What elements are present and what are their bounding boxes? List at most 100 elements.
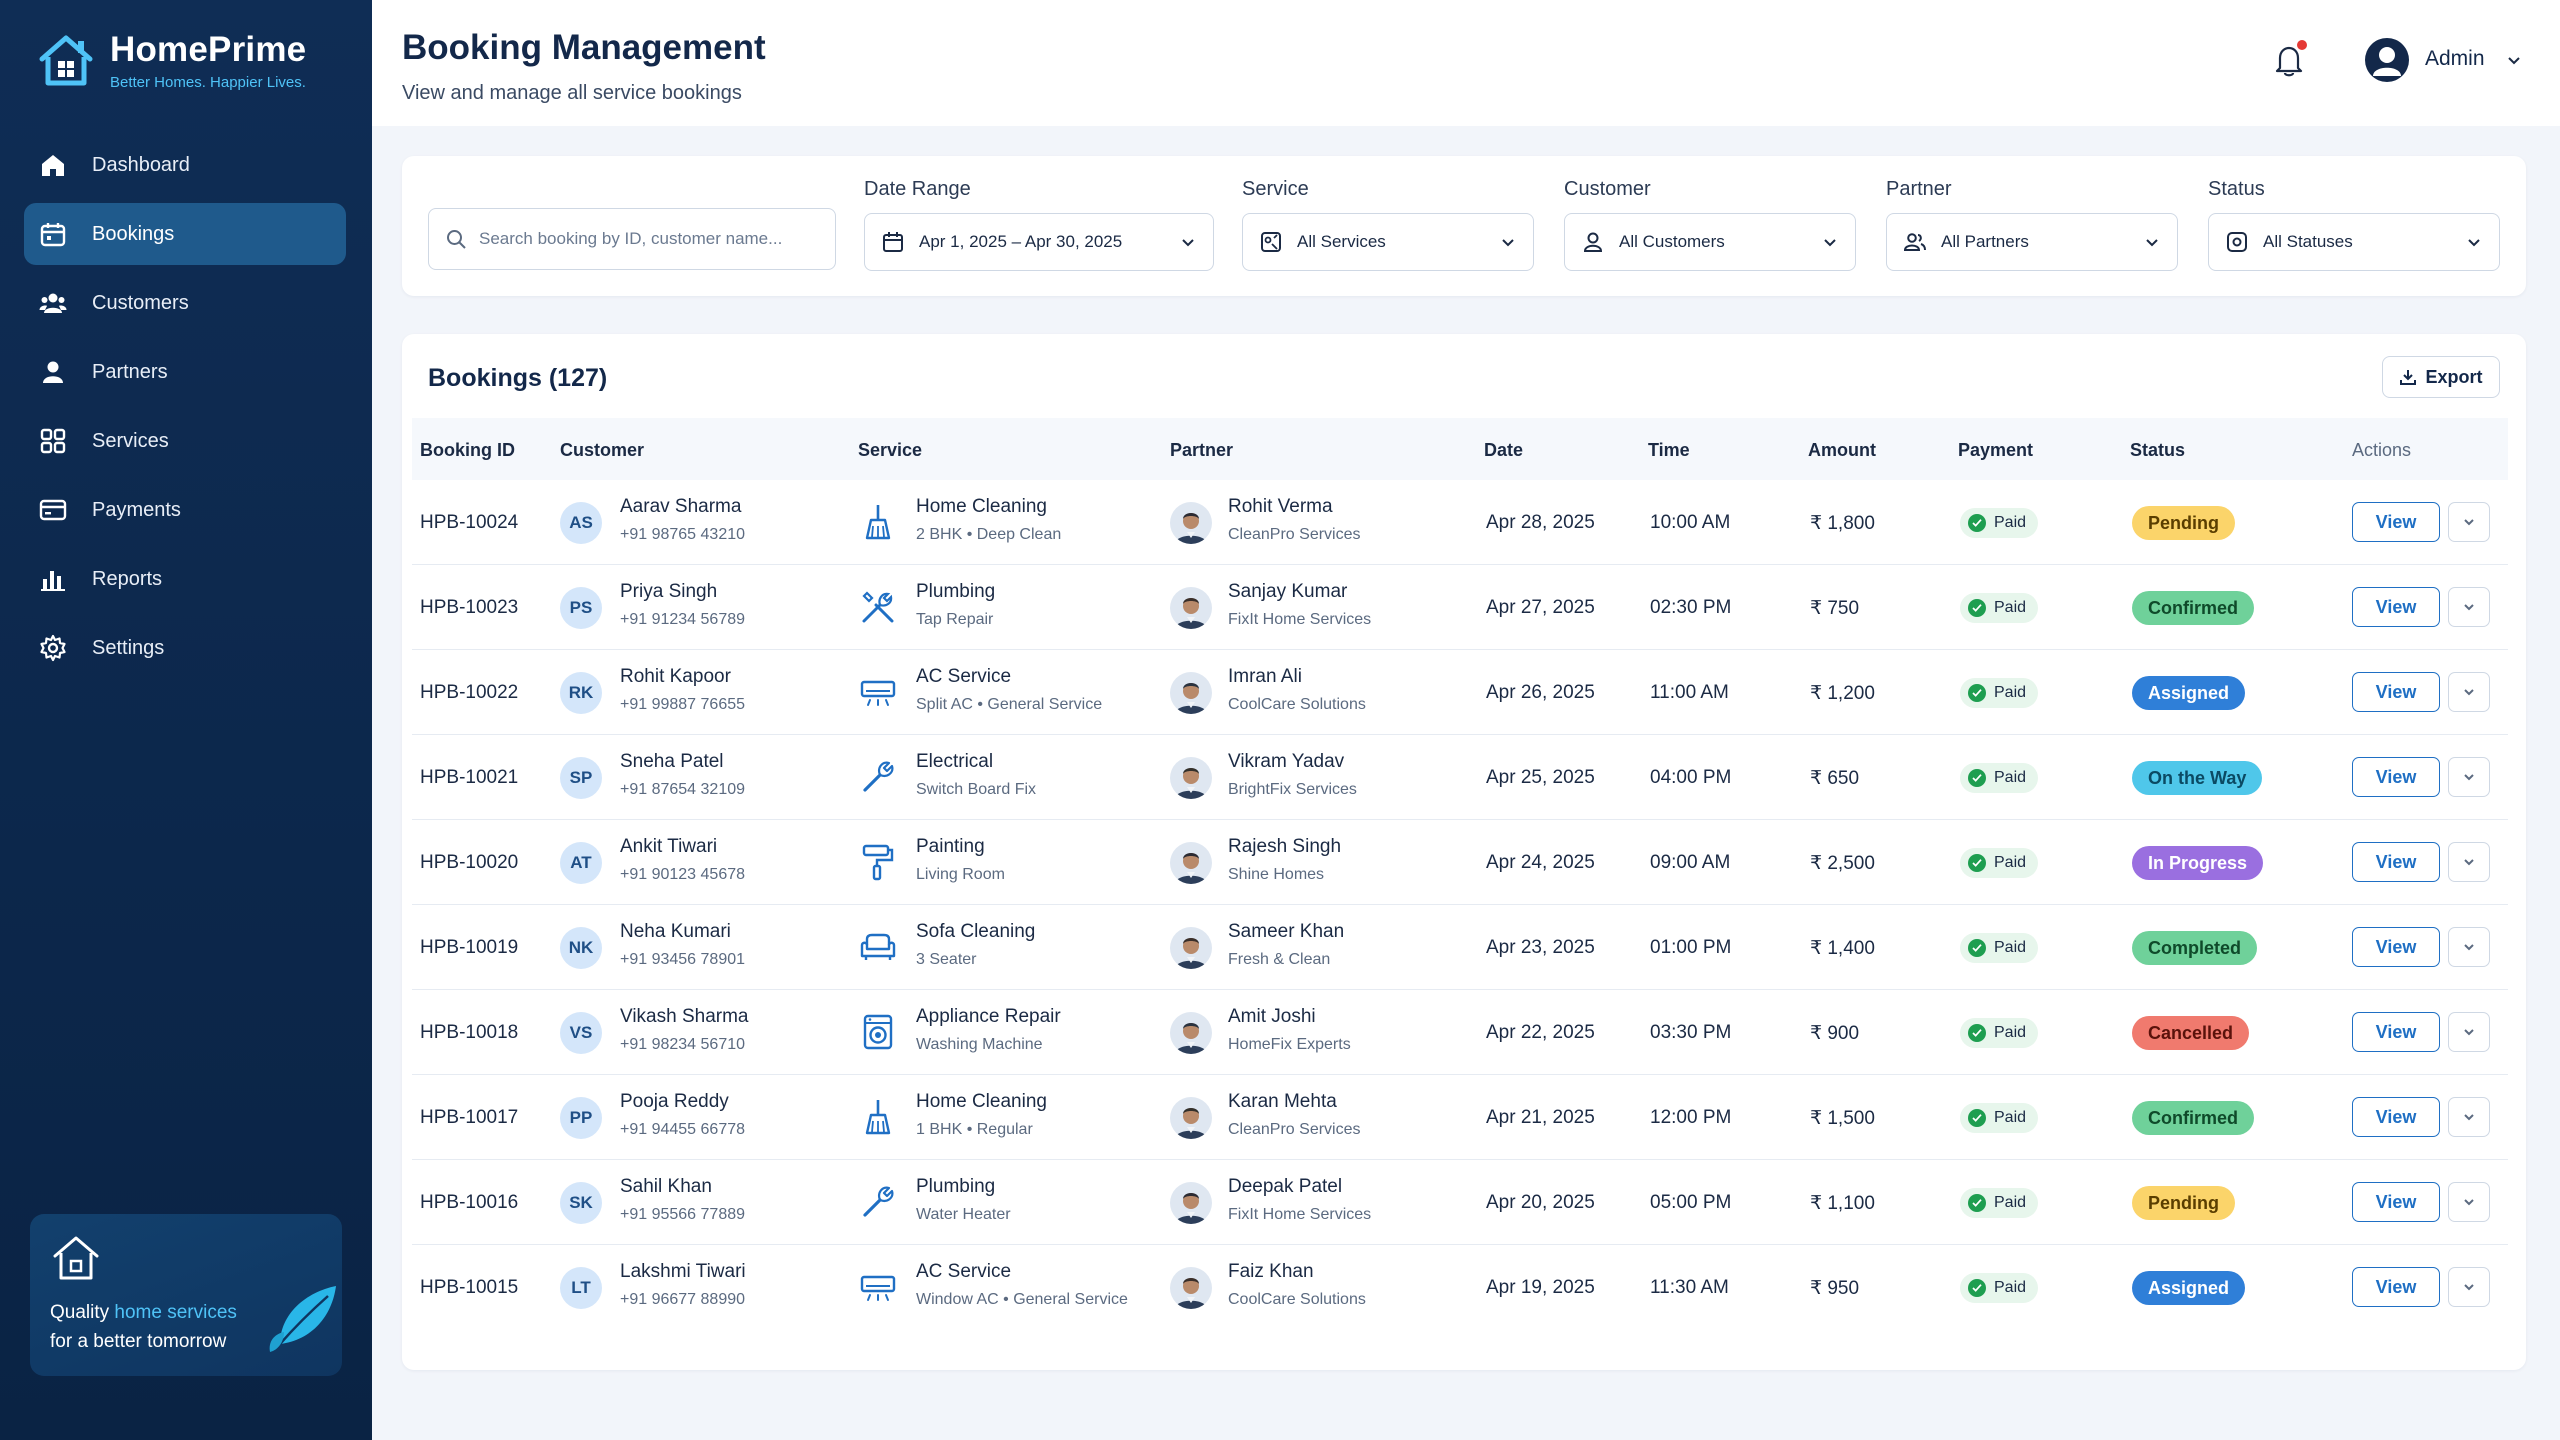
sidebar-item-dashboard[interactable]: Dashboard (24, 134, 346, 196)
column-header[interactable]: Status (2130, 440, 2185, 461)
view-button[interactable]: View (2352, 757, 2440, 797)
row-actions-dropdown[interactable] (2448, 757, 2490, 797)
partner-name[interactable]: Imran Ali (1228, 666, 1366, 688)
booking-amount: ₹ 1,800 (1810, 513, 1875, 534)
row-actions-dropdown[interactable] (2448, 842, 2490, 882)
status-select[interactable]: All Statuses (2208, 213, 2500, 271)
bookings-card: Bookings (127) Export Booking ID Custome… (402, 334, 2526, 1370)
partner-name[interactable]: Deepak Patel (1228, 1176, 1371, 1198)
customer-name[interactable]: Aarav Sharma (620, 496, 745, 518)
view-button[interactable]: View (2352, 1097, 2440, 1137)
partner-name[interactable]: Amit Joshi (1228, 1006, 1351, 1028)
view-button[interactable]: View (2352, 672, 2440, 712)
notification-dot (2297, 40, 2307, 50)
sidebar-item-customers[interactable]: Customers (24, 272, 346, 334)
sidebar-item-bookings[interactable]: Bookings (24, 203, 346, 265)
user-name[interactable]: Admin (2425, 47, 2485, 71)
brand[interactable]: HomePrime Better Homes. Happier Lives. (36, 30, 306, 91)
booking-id[interactable]: HPB-10017 (420, 1107, 518, 1129)
column-header[interactable]: Booking ID (420, 440, 515, 461)
customer-name[interactable]: Priya Singh (620, 581, 745, 603)
date-range-select[interactable]: Apr 1, 2025 – Apr 30, 2025 (864, 213, 1214, 271)
row-actions-dropdown[interactable] (2448, 927, 2490, 967)
avatar[interactable] (2365, 38, 2409, 82)
table-row[interactable]: HPB-10019 NK Neha Kumari +91 93456 78901 Sof… (412, 905, 2508, 990)
sidebar-item-partners[interactable]: Partners (24, 341, 346, 403)
partner-name[interactable]: Sameer Khan (1228, 921, 1344, 943)
partner-name[interactable]: Rohit Verma (1228, 496, 1361, 518)
partner-name[interactable]: Rajesh Singh (1228, 836, 1341, 858)
booking-id[interactable]: HPB-10018 (420, 1022, 518, 1044)
table-row[interactable]: HPB-10021 SP Sneha Patel +91 87654 32109 Ele… (412, 735, 2508, 820)
column-header[interactable]: Amount (1808, 440, 1876, 461)
customer-select[interactable]: All Customers (1564, 213, 1856, 271)
column-header[interactable]: Date (1484, 440, 1523, 461)
partner-select[interactable]: All Partners (1886, 213, 2178, 271)
view-button[interactable]: View (2352, 1012, 2440, 1052)
column-header[interactable]: Customer (560, 440, 644, 461)
service-cell: Sofa Cleaning 3 Seater (916, 921, 1035, 969)
customer-name[interactable]: Ankit Tiwari (620, 836, 745, 858)
customer-name[interactable]: Neha Kumari (620, 921, 745, 943)
view-button[interactable]: View (2352, 587, 2440, 627)
search-box[interactable] (428, 208, 836, 270)
booking-id[interactable]: HPB-10021 (420, 767, 518, 789)
view-button[interactable]: View (2352, 1267, 2440, 1307)
customer-name[interactable]: Rohit Kapoor (620, 666, 745, 688)
column-header[interactable]: Service (858, 440, 922, 461)
search-input[interactable] (479, 229, 819, 249)
row-actions-dropdown[interactable] (2448, 1267, 2490, 1307)
partner-name[interactable]: Karan Mehta (1228, 1091, 1361, 1113)
column-header[interactable]: Partner (1170, 440, 1233, 461)
partner-name[interactable]: Sanjay Kumar (1228, 581, 1371, 603)
table-row[interactable]: HPB-10020 AT Ankit Tiwari +91 90123 45678 Pa… (412, 820, 2508, 905)
service-select[interactable]: All Services (1242, 213, 1534, 271)
view-button[interactable]: View (2352, 1182, 2440, 1222)
sidebar-item-reports[interactable]: Reports (24, 548, 346, 610)
service-cell: Electrical Switch Board Fix (916, 751, 1036, 799)
table-row[interactable]: HPB-10018 VS Vikash Sharma +91 98234 56710 A… (412, 990, 2508, 1075)
table-row[interactable]: HPB-10024 AS Aarav Sharma +91 98765 43210 Ho… (412, 480, 2508, 565)
column-header[interactable]: Time (1648, 440, 1690, 461)
service-name: Plumbing (916, 1176, 996, 1197)
customer-name[interactable]: Pooja Reddy (620, 1091, 745, 1113)
booking-id[interactable]: HPB-10019 (420, 937, 518, 959)
table-row[interactable]: HPB-10023 PS Priya Singh +91 91234 56789 Plu… (412, 565, 2508, 650)
customer-name[interactable]: Vikash Sharma (620, 1006, 749, 1028)
row-actions-dropdown[interactable] (2448, 1182, 2490, 1222)
booking-id[interactable]: HPB-10016 (420, 1192, 518, 1214)
table-row[interactable]: HPB-10016 SK Sahil Khan +91 95566 77889 Plum… (412, 1160, 2508, 1245)
sidebar-item-payments[interactable]: Payments (24, 479, 346, 541)
partner-name[interactable]: Faiz Khan (1228, 1261, 1366, 1283)
customer-name[interactable]: Sneha Patel (620, 751, 745, 773)
row-actions-dropdown[interactable] (2448, 1012, 2490, 1052)
sidebar-item-services[interactable]: Services (24, 410, 346, 472)
row-actions-dropdown[interactable] (2448, 587, 2490, 627)
row-actions-dropdown[interactable] (2448, 1097, 2490, 1137)
page-subtitle: View and manage all service bookings (402, 82, 742, 104)
row-actions-dropdown[interactable] (2448, 672, 2490, 712)
booking-id[interactable]: HPB-10023 (420, 597, 518, 619)
booking-id[interactable]: HPB-10015 (420, 1277, 518, 1299)
view-button[interactable]: View (2352, 502, 2440, 542)
row-actions-dropdown[interactable] (2448, 502, 2490, 542)
filter-label: Status (2208, 178, 2265, 200)
booking-id[interactable]: HPB-10022 (420, 682, 518, 704)
customer-name[interactable]: Sahil Khan (620, 1176, 745, 1198)
sidebar-item-settings[interactable]: Settings (24, 617, 346, 679)
view-button[interactable]: View (2352, 842, 2440, 882)
chevron-down-icon[interactable] (2504, 50, 2524, 70)
table-row[interactable]: HPB-10022 RK Rohit Kapoor +91 99887 76655 AC… (412, 650, 2508, 735)
column-header[interactable]: Payment (1958, 440, 2033, 461)
service-cell: AC Service Split AC • General Service (916, 666, 1102, 714)
partner-avatar (1170, 587, 1212, 629)
booking-id[interactable]: HPB-10020 (420, 852, 518, 874)
chevron-down-icon (2464, 604, 2474, 611)
partner-name[interactable]: Vikram Yadav (1228, 751, 1357, 773)
table-row[interactable]: HPB-10015 LT Lakshmi Tiwari +91 96677 88990… (412, 1245, 2508, 1330)
export-button[interactable]: Export (2382, 356, 2500, 398)
booking-id[interactable]: HPB-10024 (420, 512, 518, 534)
customer-name[interactable]: Lakshmi Tiwari (620, 1261, 746, 1283)
table-row[interactable]: HPB-10017 PP Pooja Reddy +91 94455 66778 Hom… (412, 1075, 2508, 1160)
view-button[interactable]: View (2352, 927, 2440, 967)
